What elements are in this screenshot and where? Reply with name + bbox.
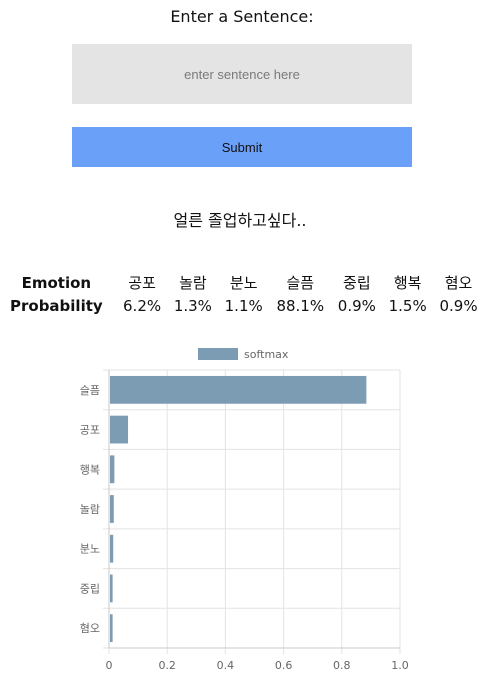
probability-cell: 88.1% [276, 297, 325, 315]
y-tick-label: 행복 [80, 463, 100, 476]
bar [110, 614, 113, 643]
emotion-cell: 분노 [229, 274, 258, 292]
emotion-cell: 중립 [343, 274, 371, 292]
y-tick-label: 중립 [80, 582, 100, 595]
emotion-cell: 혐오 [444, 274, 473, 292]
probability-cell: 1.3% [173, 297, 212, 315]
probability-cell: 1.1% [224, 297, 263, 315]
bar [110, 455, 115, 484]
form-heading: Enter a Sentence: [170, 7, 314, 26]
x-tick-label: 0.2 [158, 659, 176, 672]
result-sentence: 얼른 졸업하고싶다.. [173, 211, 307, 230]
emotion-row: Emotion 공포 놀람 분노 슬픔 중립 행복 혐오 [0, 270, 484, 295]
bar [110, 415, 129, 444]
x-tick-label: 0.8 [333, 659, 351, 672]
y-tick-label: 분노 [80, 543, 100, 556]
probability-row: Probability 6.2% 1.3% 1.1% 88.1% 0.9% 1.… [0, 295, 484, 317]
probability-cell: 6.2% [123, 297, 162, 315]
emotion-cell: 놀람 [179, 274, 207, 292]
probability-cell: 1.5% [388, 297, 427, 315]
probability-cell: 0.9% [337, 297, 376, 315]
emotion-cell: 슬픔 [286, 274, 315, 292]
emotion-cell: 공포 [128, 274, 156, 292]
legend-swatch [198, 348, 238, 360]
emotion-cell: 행복 [393, 274, 422, 292]
legend-label: softmax [244, 348, 289, 361]
x-tick-label: 0 [106, 659, 113, 672]
bar [110, 375, 367, 404]
sentence-input[interactable] [72, 44, 412, 104]
bar [110, 574, 113, 603]
bar [110, 495, 114, 523]
bar [110, 534, 114, 563]
y-tick-label: 공포 [80, 424, 100, 437]
y-tick-label: 혐오 [80, 622, 100, 635]
softmax-bar-chart: softmax 0 0.2 0.4 0.6 0.8 1.0 슬픔공포행복놀람분노중립혐오 [80, 348, 409, 672]
submit-button[interactable]: Submit [72, 127, 412, 167]
y-tick-label: 슬픔 [80, 384, 100, 397]
x-tick-label: 1.0 [391, 659, 409, 672]
probability-table: Emotion 공포 놀람 분노 슬픔 중립 행복 혐오 Probability… [0, 270, 484, 317]
probability-cell: 0.9% [439, 297, 478, 315]
emotion-row-header: Emotion [21, 273, 92, 292]
x-tick-label: 0.4 [217, 659, 235, 672]
probability-row-header: Probability [10, 297, 103, 315]
y-tick-label: 놀람 [80, 503, 100, 516]
x-tick-label: 0.6 [275, 659, 293, 672]
